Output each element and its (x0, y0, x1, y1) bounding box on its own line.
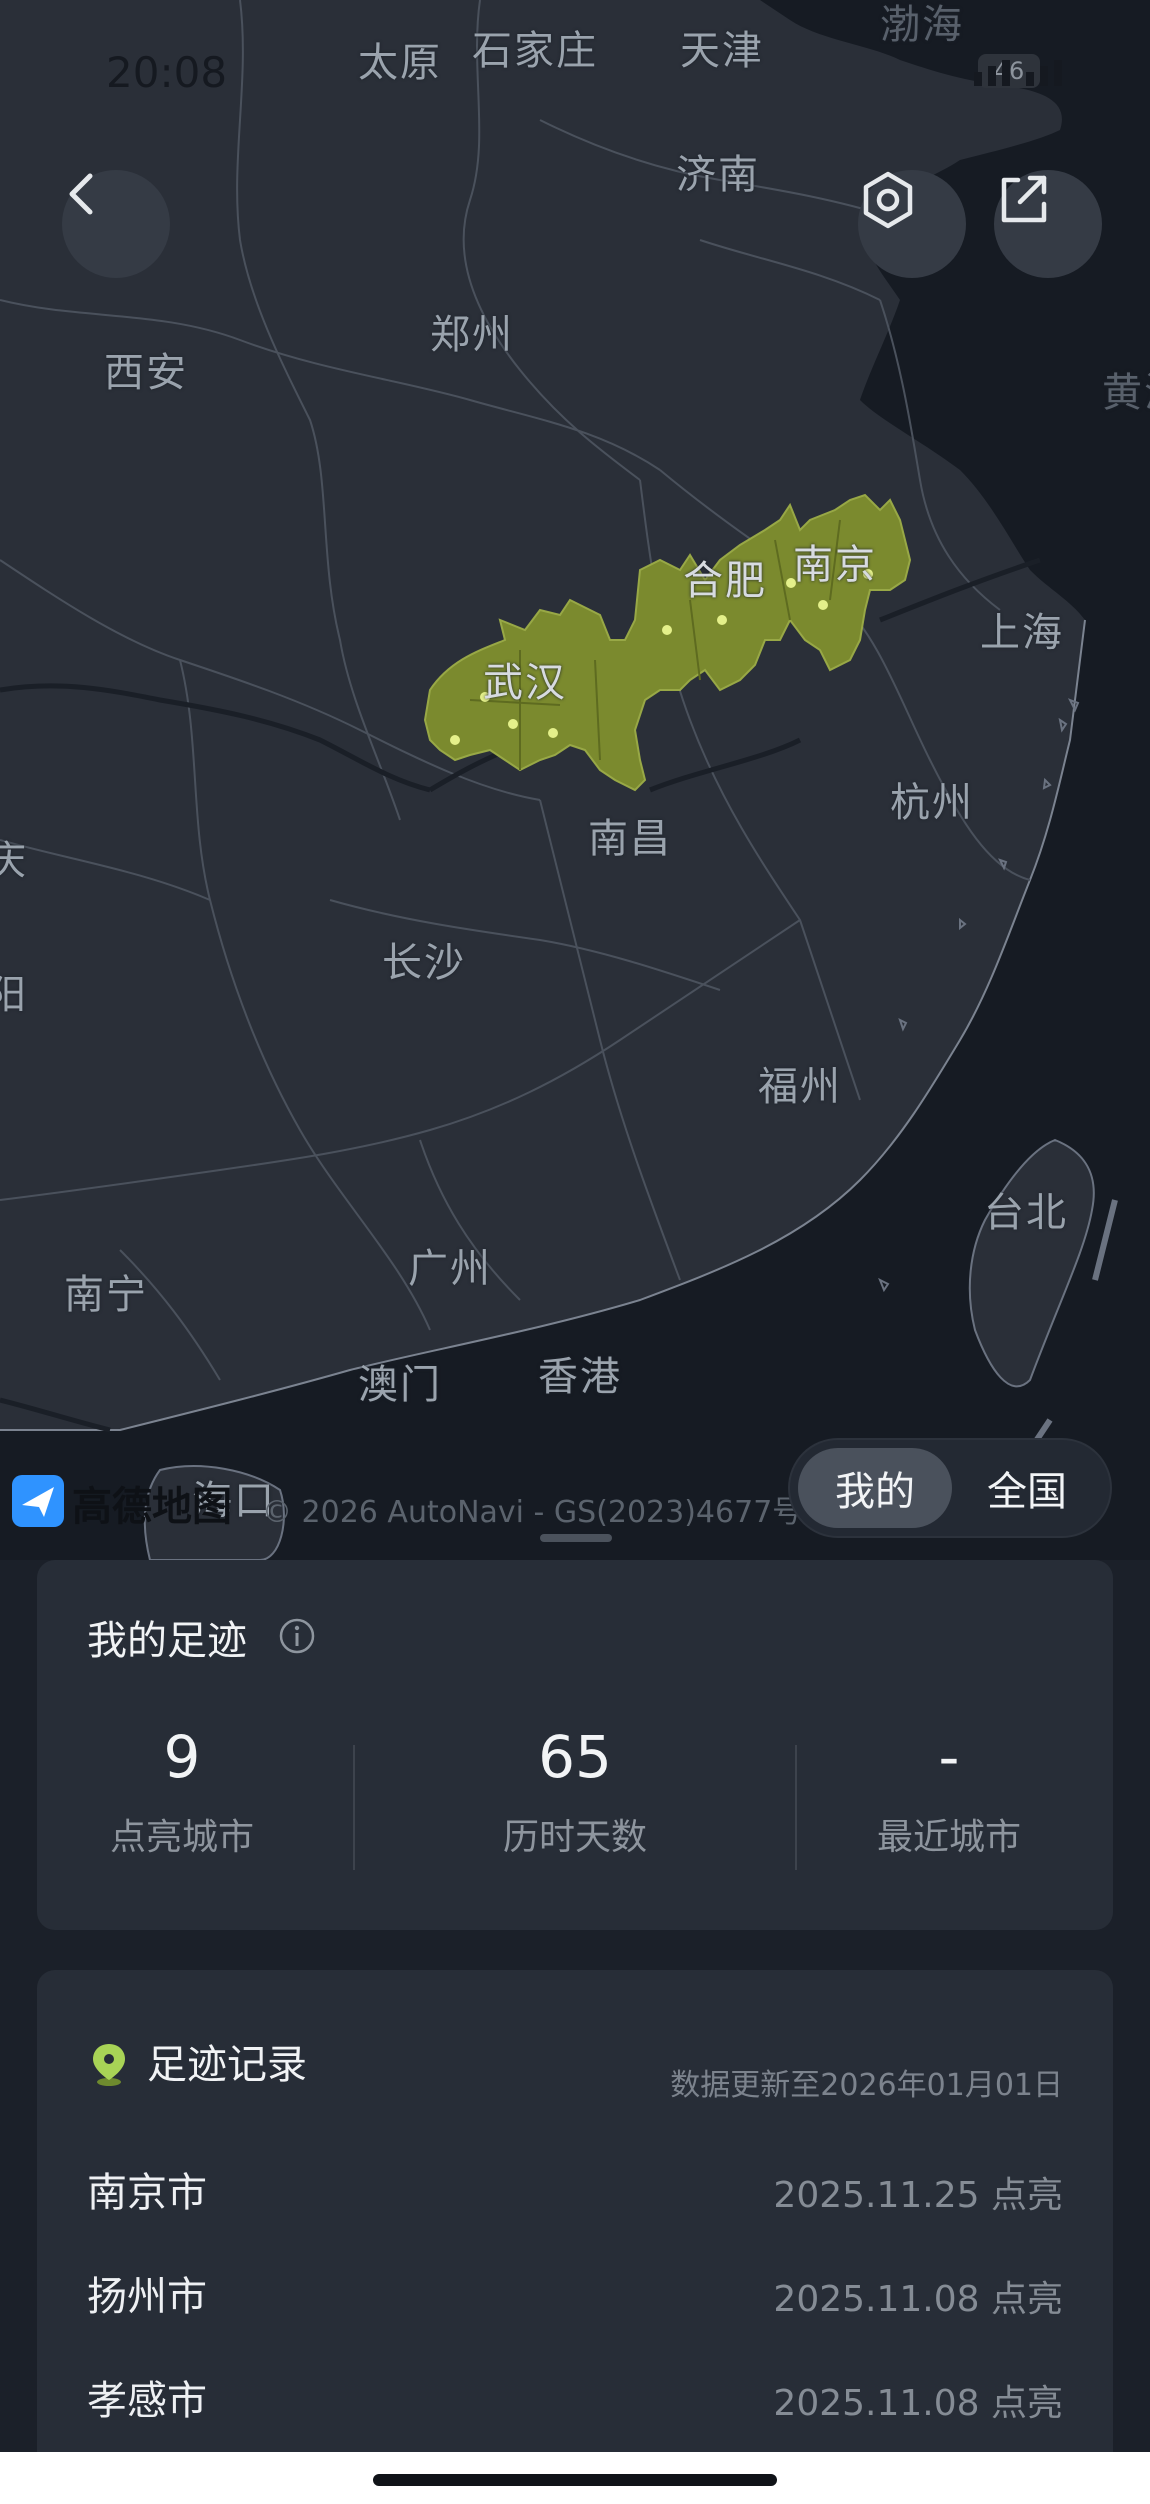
city-dot (508, 719, 518, 729)
city-dot (450, 735, 460, 745)
map-label-guangzhou: 广州 (408, 1246, 492, 1292)
footprint-stats-card: 我的足迹 9 点亮城市 65 历时天数 - 最近城市 (37, 1560, 1113, 1930)
map-label-wuhan: 武汉 (483, 660, 567, 706)
map-label-edge-left-1: 庆 (0, 838, 28, 884)
stat-days: 65 历时天数 (430, 1728, 720, 1860)
record-row[interactable]: 扬州市 2025.11.08 点亮 (87, 2264, 1063, 2324)
stat-divider (795, 1745, 797, 1870)
map-label-xian: 西安 (104, 350, 188, 396)
home-indicator[interactable] (373, 2474, 777, 2486)
map-label-huanghai: 黄海 (1102, 370, 1150, 416)
stat-divider (353, 1745, 355, 1870)
status-time: 20:08 (106, 48, 228, 97)
settings-button[interactable] (858, 170, 966, 278)
map-canvas (0, 0, 1150, 1560)
record-date: 2025.11.25 点亮 (773, 2175, 1063, 2216)
panel-drag-handle[interactable] (540, 1534, 612, 1542)
record-row[interactable]: 南京市 2025.11.25 点亮 (87, 2160, 1063, 2220)
stat-value: - (938, 1723, 960, 1791)
map-label-fuzhou: 福州 (758, 1064, 842, 1110)
footprint-records-card: 足迹记录 数据更新至2026年01月01日 南京市 2025.11.25 点亮 … (37, 1970, 1113, 2490)
map-label-hangzhou: 杭州 (890, 780, 974, 826)
record-city: 孝感市 (87, 2378, 207, 2424)
status-bar: 20:08 46 (0, 40, 1150, 110)
status-icons: 46 (964, 54, 1062, 88)
map-label-jinan: 济南 (676, 152, 760, 198)
records-title: 足迹记录 (147, 2042, 307, 2088)
map-label-nanjing: 南京 (793, 542, 877, 588)
city-dot (818, 600, 828, 610)
toggle-national-option[interactable]: 全国 (952, 1448, 1102, 1528)
map-label-edge-left-2: 阳 (0, 972, 28, 1018)
stat-label: 历时天数 (502, 1817, 647, 1858)
record-date: 2025.11.08 点亮 (773, 2383, 1063, 2424)
stat-value: 9 (163, 1723, 201, 1791)
city-dot (717, 615, 727, 625)
record-date: 2025.11.08 点亮 (773, 2279, 1063, 2320)
footprint-title: 我的足迹 (87, 1618, 247, 1664)
share-button[interactable] (994, 170, 1102, 278)
map-label-nanchang: 南昌 (588, 816, 672, 862)
amap-brand-name: 高德地图 (72, 1484, 232, 1530)
records-update-note: 数据更新至2026年01月01日 (670, 2068, 1063, 2103)
location-pin-icon (89, 2040, 129, 2092)
stat-label: 点亮城市 (109, 1817, 254, 1858)
stat-value: 65 (538, 1723, 612, 1791)
map-view[interactable]: 渤海 太原 石家庄 天津 济南 黄海 西安 郑州 合肥 南京 上海 武汉 杭州 … (0, 0, 1150, 1560)
record-city: 南京市 (87, 2170, 207, 2216)
scope-toggle: 我的 全国 (790, 1440, 1110, 1536)
back-button[interactable] (62, 170, 170, 278)
city-dot (662, 625, 672, 635)
stat-recent-city: - 最近城市 (804, 1728, 1094, 1860)
map-label-hefei: 合肥 (683, 558, 767, 604)
stat-lit-cities: 9 点亮城市 (37, 1728, 327, 1860)
record-city: 扬州市 (87, 2274, 207, 2320)
map-label-nanning: 南宁 (64, 1272, 148, 1318)
stat-label: 最近城市 (876, 1817, 1021, 1858)
map-label-shanghai: 上海 (980, 610, 1064, 656)
map-label-zhengzhou: 郑州 (430, 312, 514, 358)
map-label-aomen: 澳门 (358, 1362, 442, 1408)
amap-logo-icon (12, 1475, 64, 1527)
map-label-xianggang: 香港 (538, 1354, 622, 1400)
info-icon[interactable] (277, 1616, 317, 1660)
app-screen: 渤海 太原 石家庄 天津 济南 黄海 西安 郑州 合肥 南京 上海 武汉 杭州 … (0, 0, 1150, 2504)
map-copyright: © 2026 AutoNavi - GS(2023)4677号 (262, 1495, 803, 1530)
toggle-mine-option[interactable]: 我的 (798, 1448, 952, 1528)
map-label-taibei: 台北 (984, 1190, 1068, 1236)
city-dot (548, 728, 558, 738)
map-label-changsha: 长沙 (382, 940, 466, 986)
record-row[interactable]: 孝感市 2025.11.08 点亮 (87, 2368, 1063, 2428)
